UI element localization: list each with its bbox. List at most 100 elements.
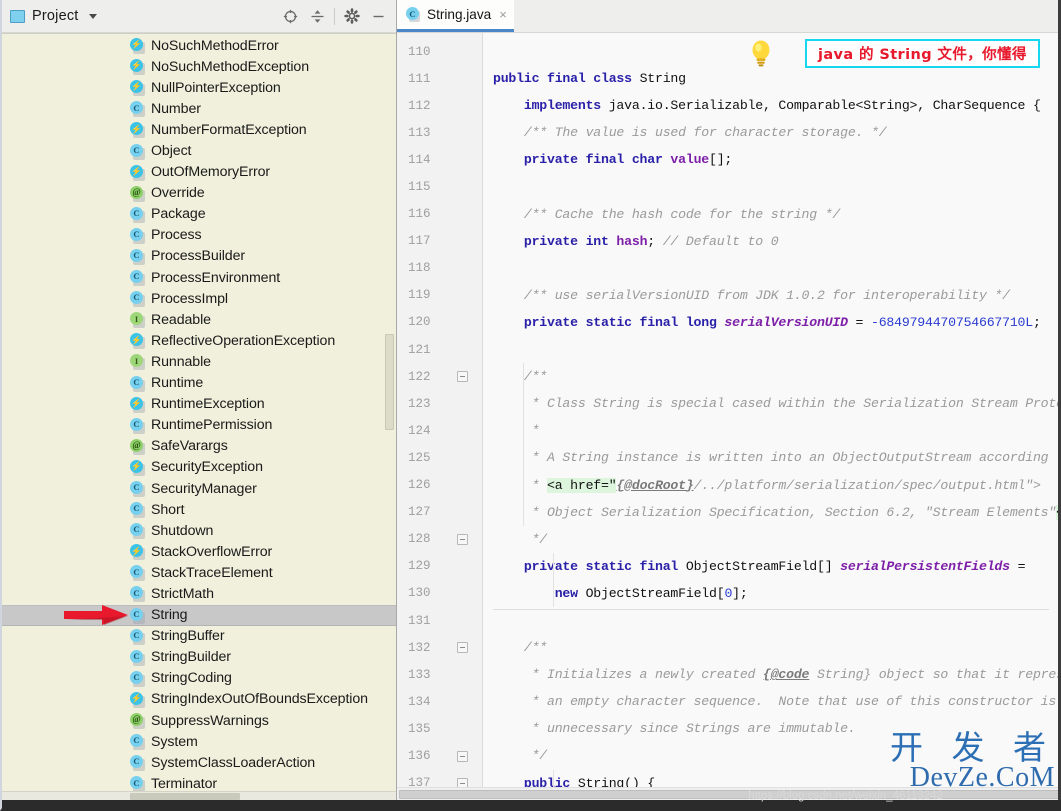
tree-item[interactable]: ⚡ SecurityException <box>2 457 396 478</box>
code-token-cmt: * Class String is special cased within t… <box>493 396 1061 412</box>
code-token-kw: public final class <box>493 71 640 87</box>
tree-item[interactable]: ⚡ ReflectiveOperationException <box>2 330 396 351</box>
tab-string-java[interactable]: C String.java × <box>397 0 514 32</box>
code-content[interactable]: public final class String implements jav… <box>483 33 1061 800</box>
minimize-icon[interactable] <box>365 4 392 29</box>
tree-item[interactable]: @ Override <box>2 183 396 204</box>
tree-item[interactable]: C Object <box>2 140 396 161</box>
fold-toggle-icon[interactable] <box>457 750 468 762</box>
project-tree-scroll[interactable]: ⚡ NoSuchMethodError ⚡ NoSuchMethodException… <box>2 33 396 800</box>
code-line[interactable]: implements java.io.Serializable, Compara… <box>483 92 1061 119</box>
gear-icon[interactable] <box>338 4 365 29</box>
fold-toggle-icon[interactable] <box>457 642 468 654</box>
code-line[interactable] <box>483 336 1061 363</box>
code-line[interactable]: * Object Serialization Specification, Se… <box>483 499 1061 526</box>
code-line[interactable]: * A String instance is written into an O… <box>483 444 1061 471</box>
tree-item[interactable]: C Runtime <box>2 373 396 394</box>
tree-item[interactable]: C Short <box>2 499 396 520</box>
code-line[interactable]: * Initializes a newly created {@code Str… <box>483 661 1061 688</box>
tree-item[interactable]: C StringCoding <box>2 668 396 689</box>
tree-item[interactable]: ⚡ NoSuchMethodException <box>2 56 396 77</box>
tree-item[interactable]: C ProcessImpl <box>2 288 396 309</box>
code-line[interactable]: */ <box>483 526 1061 553</box>
editor-gutter[interactable]: 110 111 112 113 114 115 116 117 118 119 120 121 122 1… <box>397 33 483 800</box>
tree-item[interactable]: ⚡ RuntimeException <box>2 394 396 415</box>
code-line[interactable]: public final class String <box>483 65 1061 92</box>
tree-item[interactable]: C SystemClassLoaderAction <box>2 752 396 773</box>
tree-item[interactable]: C Process <box>2 225 396 246</box>
code-token-cmt: /** The value is used for character stor… <box>493 125 887 141</box>
code-line[interactable]: /** Cache the hash code for the string *… <box>483 201 1061 228</box>
tree-item[interactable]: ⚡ OutOfMemoryError <box>2 162 396 183</box>
code-folding-strip[interactable] <box>464 33 482 800</box>
code-token-kw: new <box>493 585 586 601</box>
tree-vertical-scrollbar[interactable] <box>385 334 394 430</box>
code-line[interactable]: */ <box>483 742 1061 769</box>
code-line[interactable]: private int hash; // Default to 0 <box>483 228 1061 255</box>
tree-item[interactable]: @ SuppressWarnings <box>2 710 396 731</box>
annot-node-icon: @ <box>130 185 145 202</box>
code-token-plain: = <box>847 314 871 330</box>
editor-horizontal-scrollbar[interactable] <box>397 787 1061 800</box>
tree-item[interactable]: C RuntimePermission <box>2 415 396 436</box>
tree-item[interactable]: C Shutdown <box>2 520 396 541</box>
tree-item[interactable]: C SecurityManager <box>2 478 396 499</box>
tree-item-label: NoSuchMethodException <box>151 58 310 75</box>
tree-item[interactable]: ⚡ NoSuchMethodError <box>2 35 396 56</box>
locate-target-icon[interactable] <box>277 4 304 29</box>
excep-node-icon: ⚡ <box>130 544 145 561</box>
class-node-icon: C <box>130 734 145 751</box>
tree-item[interactable]: ⚡ StringIndexOutOfBoundsException <box>2 689 396 710</box>
tree-item[interactable]: C ProcessEnvironment <box>2 267 396 288</box>
code-line[interactable]: * <box>483 417 1061 444</box>
code-line[interactable]: * an empty character sequence. Note that… <box>483 688 1061 715</box>
tree-item[interactable]: C StackTraceElement <box>2 562 396 583</box>
code-line[interactable]: * Class String is special cased within t… <box>483 390 1061 417</box>
collapse-all-icon[interactable] <box>304 4 331 29</box>
tree-horizontal-scrollbar[interactable] <box>2 791 396 800</box>
code-line[interactable] <box>483 607 1061 634</box>
code-line[interactable] <box>483 173 1061 200</box>
code-line[interactable]: private static final ObjectStreamField[]… <box>483 553 1061 580</box>
code-line[interactable]: * unnecessary since Strings are immutabl… <box>483 715 1061 742</box>
chevron-down-icon[interactable] <box>88 13 97 19</box>
tree-item[interactable]: C StringBuffer <box>2 626 396 647</box>
tree-item-label: ReflectiveOperationException <box>151 332 336 349</box>
tree-item[interactable]: C StrictMath <box>2 583 396 604</box>
code-line[interactable] <box>483 255 1061 282</box>
tree-item[interactable]: @ SafeVarargs <box>2 436 396 457</box>
tree-hscroll-thumb[interactable] <box>130 793 240 800</box>
code-line[interactable]: * <a href=" {@docRoot}/../platform/serial… <box>483 472 1061 499</box>
code-line[interactable]: /** <box>483 634 1061 661</box>
code-line[interactable]: /** <box>483 363 1061 390</box>
fold-toggle-icon[interactable] <box>457 371 468 383</box>
tree-item[interactable]: C Package <box>2 204 396 225</box>
code-line[interactable]: /** use serialVersionUID from JDK 1.0.2 … <box>483 282 1061 309</box>
tree-item[interactable]: I Runnable <box>2 351 396 372</box>
tree-item[interactable]: ⚡ NumberFormatException <box>2 119 396 140</box>
tree-item-label: Object <box>151 143 192 160</box>
tree-item[interactable]: ⚡ NullPointerException <box>2 77 396 98</box>
code-line[interactable]: private static final long serialVersionU… <box>483 309 1061 336</box>
window-bottom-strip <box>2 800 1061 808</box>
class-node-icon: C <box>130 670 145 687</box>
fold-toggle-icon[interactable] <box>457 533 468 545</box>
excep-node-icon: ⚡ <box>130 164 145 181</box>
project-view-selector[interactable]: Project <box>10 8 97 24</box>
class-node-icon: C <box>130 502 145 519</box>
tree-item[interactable]: C System <box>2 731 396 752</box>
editor-hscroll-thumb[interactable] <box>399 790 1061 799</box>
tree-item[interactable]: C StringBuilder <box>2 647 396 668</box>
tree-item-label: Runnable <box>151 353 211 370</box>
code-line[interactable]: new ObjectStreamField[0]; <box>483 580 1061 607</box>
class-node-icon: C <box>130 206 145 223</box>
code-token-plain: []; <box>709 152 733 168</box>
tree-item[interactable]: C Number <box>2 98 396 119</box>
tree-item[interactable]: ⚡ StackOverflowError <box>2 541 396 562</box>
tree-item[interactable]: I Readable <box>2 309 396 330</box>
tree-item[interactable]: C ProcessBuilder <box>2 246 396 267</box>
close-icon[interactable]: × <box>499 8 507 21</box>
code-line[interactable]: private final char value []; <box>483 146 1061 173</box>
code-line[interactable]: /** The value is used for character stor… <box>483 119 1061 146</box>
tree-item-selected[interactable]: C String <box>2 604 396 626</box>
